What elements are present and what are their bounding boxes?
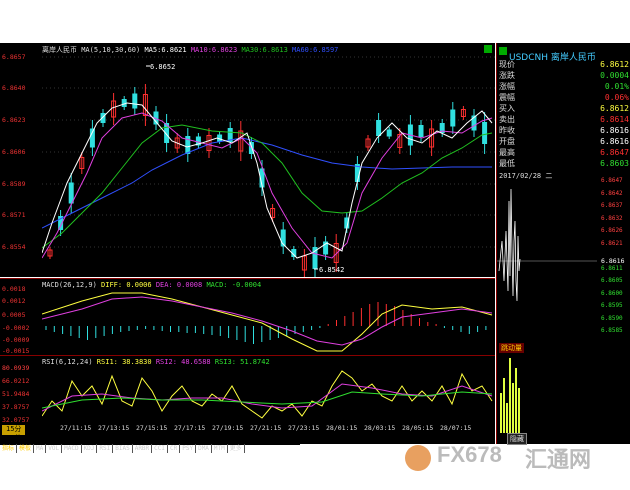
candle [376, 120, 382, 136]
tab-indicator[interactable]: 指标 [0, 444, 18, 453]
fx678-logo-icon [405, 445, 431, 471]
quote-table: 现价 6.8612 涨跌 0.0004 涨幅 0.01% 震幅 0.06% 买入 6.86… [497, 59, 630, 171]
candle [482, 122, 488, 144]
quote-row: 买入 6.8612 [499, 104, 629, 113]
quote-row: 现价 6.8612 [499, 60, 629, 69]
high-marker-text: 6.8652 [150, 63, 175, 71]
quote-panel: USDCNH 离岸人民币 现价 6.8612 涨跌 0.0004 涨幅 0.01% 震… [496, 43, 630, 445]
plus-icon[interactable] [499, 47, 507, 55]
volume-bars [500, 358, 520, 433]
quote-row: 卖出 6.8614 [499, 115, 629, 124]
tab-bias[interactable]: BIAS [113, 444, 133, 453]
quote-row: 昨收 6.8616 [499, 126, 629, 135]
quote-title: USDCNH 离岸人民币 [497, 45, 630, 63]
quote-row: 震幅 0.06% [499, 93, 629, 102]
macd-panel[interactable]: MACD(26,12,9) DIFF: 0.0006 DEA: 0.0008 M… [0, 278, 495, 355]
tab-dma[interactable]: DMA [196, 444, 212, 453]
y-axis-kline: 6.8657 6.8640 6.8623 6.8606 6.8589 6.857… [2, 53, 26, 251]
tab-strip: 15分 指标 模板 MA VOL MACD KDJ RSI BIAS ARBR CCI CR PSY D… [0, 425, 300, 453]
tab-psy[interactable]: PSY [180, 444, 197, 453]
candle [386, 129, 392, 137]
rsi-panel[interactable]: RSI(6,12,24) RSI1: 38.3830 RSI2: 48.6588… [0, 355, 495, 434]
tab-ma[interactable]: MA [34, 444, 47, 453]
intraday-chart: 6.8616 6.8647 6.8642 6.8637 6.8632 6.8626 6.8… [497, 177, 630, 341]
kline-plot: 6.8652 6.8542 [42, 56, 495, 277]
candle [450, 109, 456, 127]
tab-arbr[interactable]: ARBR [133, 444, 153, 453]
watermark: FX678 汇通网 [405, 440, 625, 480]
rsi-plot [42, 370, 493, 419]
candle [132, 93, 138, 109]
quote-row: 最低 6.8603 [499, 159, 629, 168]
candle [418, 125, 424, 137]
quote-row: 涨幅 0.01% [499, 82, 629, 91]
tab-cci[interactable]: CCI [152, 444, 168, 453]
tab-macd[interactable]: MACD [62, 444, 82, 453]
tab-mtm[interactable]: MTM [212, 444, 228, 453]
quote-row: 开盘 6.8616 [499, 137, 629, 146]
low-marker-text: 6.8542 [319, 266, 344, 274]
candle [68, 182, 74, 204]
x-axis: 27/11:15 27/13:15 27/15:15 27/17:15 27/1… [0, 424, 495, 434]
intraday-y-axis: 6.86476.86426.86376.86326.86266.8621.6.8… [601, 177, 623, 334]
macd-plot [42, 292, 493, 352]
intraday-date: 2017/02/28 二 [499, 172, 553, 180]
kline-panel[interactable]: 离岸人民币 MA(5,10,30,60) MA5:6.8621 MA10:6.8… [0, 43, 495, 277]
volume-label: 跳动量 [499, 343, 524, 353]
tab-vol[interactable]: VOL [46, 444, 63, 453]
tab-rsi[interactable]: RSI [97, 444, 114, 453]
y-axis-macd: 0.0018 0.0012 0.0005 -0.0002 -0.0009 -0.… [2, 285, 30, 355]
period-15min-button[interactable]: 15分 [2, 425, 26, 434]
tab-cr[interactable]: CR [168, 444, 181, 453]
tab-template[interactable]: 模板 [17, 444, 35, 453]
tab-kdj[interactable]: KDJ [82, 444, 98, 453]
y-axis-rsi: 80.0939 66.0212 51.9484 37.8757 32.0757 [2, 364, 30, 424]
quote-row: 涨跌 0.0004 [499, 71, 629, 80]
tab-more[interactable]: 更多 [228, 444, 245, 453]
quote-row: 最高 6.8647 [499, 148, 629, 157]
